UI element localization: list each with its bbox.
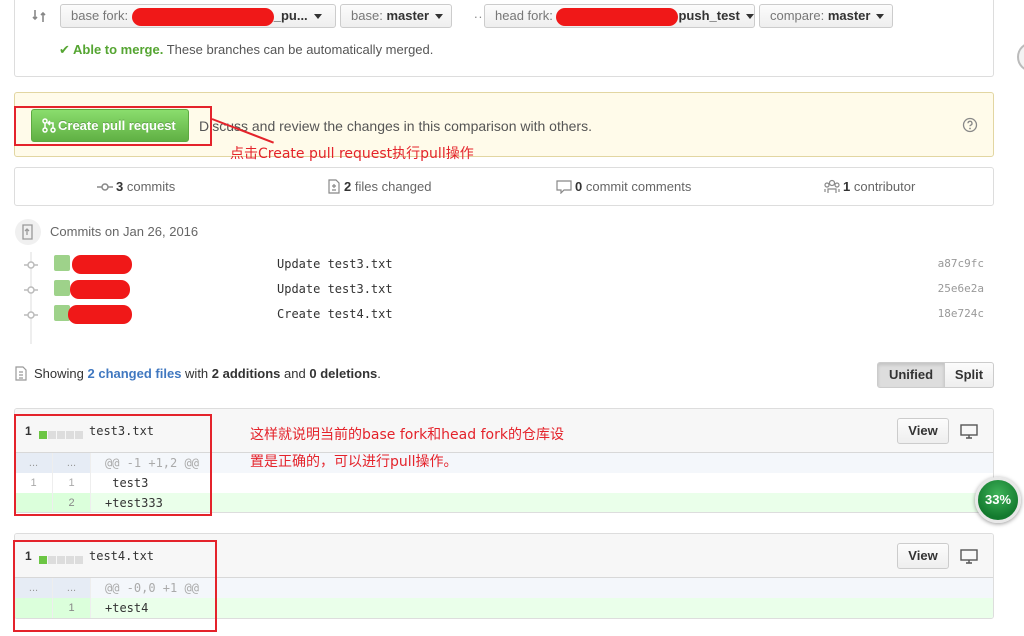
commit-icon bbox=[97, 183, 113, 191]
compare-arrows-icon bbox=[32, 10, 46, 22]
commits-date-heading: Commits on Jan 26, 2016 bbox=[50, 224, 199, 239]
merge-status: ✔ Able to merge. These branches can be a… bbox=[59, 42, 433, 58]
annotation-box bbox=[14, 414, 212, 516]
avatar[interactable] bbox=[54, 280, 70, 296]
annotation-fork-hint-2: 置是正确的，可以进行pull操作。 bbox=[250, 454, 458, 470]
commit-sha[interactable]: a87c9fc bbox=[938, 257, 984, 270]
redacted-author bbox=[68, 305, 132, 324]
commit-message[interactable]: Create test4.txt bbox=[277, 307, 393, 321]
question-icon[interactable] bbox=[962, 117, 978, 133]
stat-contributors[interactable]: 1 contributor bbox=[824, 179, 915, 194]
head-fork-select[interactable]: head fork: push_test bbox=[484, 4, 755, 28]
file-diff-icon bbox=[15, 366, 27, 381]
annotation-create-hint: 点击Create pull request执行pull操作 bbox=[230, 146, 474, 162]
commit-message[interactable]: Update test3.txt bbox=[277, 257, 393, 271]
chevron-down-icon bbox=[745, 14, 754, 20]
range-editor: base fork: _pu... base: master ... head … bbox=[14, 0, 994, 77]
stat-files[interactable]: 2 files changed bbox=[327, 179, 431, 194]
commit-node-icon bbox=[24, 286, 38, 294]
monitor-icon[interactable] bbox=[960, 548, 978, 564]
chevron-down-icon bbox=[876, 14, 885, 20]
commit-node-icon bbox=[24, 261, 38, 269]
annotation-box bbox=[13, 540, 217, 632]
comment-icon bbox=[556, 180, 572, 195]
split-view-button[interactable]: Split bbox=[944, 362, 994, 388]
changed-files-link[interactable]: 2 changed files bbox=[88, 366, 182, 381]
view-file-button[interactable]: View bbox=[897, 543, 949, 569]
annotation-fork-hint-1: 这样就说明当前的base fork和head fork的仓库设 bbox=[250, 427, 564, 443]
commit-sha[interactable]: 18e724c bbox=[938, 307, 984, 320]
stat-comments[interactable]: 0 commit comments bbox=[556, 179, 691, 195]
commit-node-icon bbox=[24, 311, 38, 319]
diff-summary: Showing 2 changed files with 2 additions… bbox=[14, 366, 381, 381]
compare-branch-select[interactable]: compare: master bbox=[759, 4, 893, 28]
file-diff-icon bbox=[328, 179, 340, 194]
redacted-owner bbox=[131, 7, 274, 26]
organization-icon bbox=[824, 179, 840, 193]
view-file-button[interactable]: View bbox=[897, 418, 949, 444]
unified-view-button[interactable]: Unified bbox=[877, 362, 945, 388]
commit-row[interactable]: Update test3.txt a87c9fc bbox=[14, 252, 994, 277]
commit-group-icon bbox=[15, 219, 41, 245]
progress-badge[interactable]: 33% bbox=[975, 477, 1021, 523]
chevron-down-icon bbox=[313, 14, 322, 20]
commit-sha[interactable]: 25e6e2a bbox=[938, 282, 984, 295]
commit-row[interactable]: Update test3.txt 25e6e2a bbox=[14, 277, 994, 302]
redacted-owner bbox=[556, 7, 679, 26]
flash-description: Discuss and review the changes in this c… bbox=[199, 118, 592, 134]
stat-commits[interactable]: 3 commits bbox=[97, 179, 175, 194]
compare-stats: 3 commits 2 files changed 0 commit comme… bbox=[14, 167, 994, 206]
chevron-down-icon bbox=[435, 14, 444, 20]
monitor-icon[interactable] bbox=[960, 423, 978, 439]
redacted-author bbox=[72, 255, 132, 274]
base-branch-select[interactable]: base: master bbox=[340, 4, 452, 28]
redacted-author bbox=[70, 280, 130, 299]
merge-ok-text: ✔ Able to merge. bbox=[59, 42, 164, 57]
edge-widget bbox=[1017, 42, 1024, 72]
merge-detail: These branches can be automatically merg… bbox=[166, 42, 434, 57]
annotation-box bbox=[14, 106, 212, 146]
avatar[interactable] bbox=[54, 255, 70, 271]
base-fork-select[interactable]: base fork: _pu... bbox=[60, 4, 336, 28]
commit-row[interactable]: Create test4.txt 18e724c bbox=[14, 302, 994, 327]
commit-message[interactable]: Update test3.txt bbox=[277, 282, 393, 296]
